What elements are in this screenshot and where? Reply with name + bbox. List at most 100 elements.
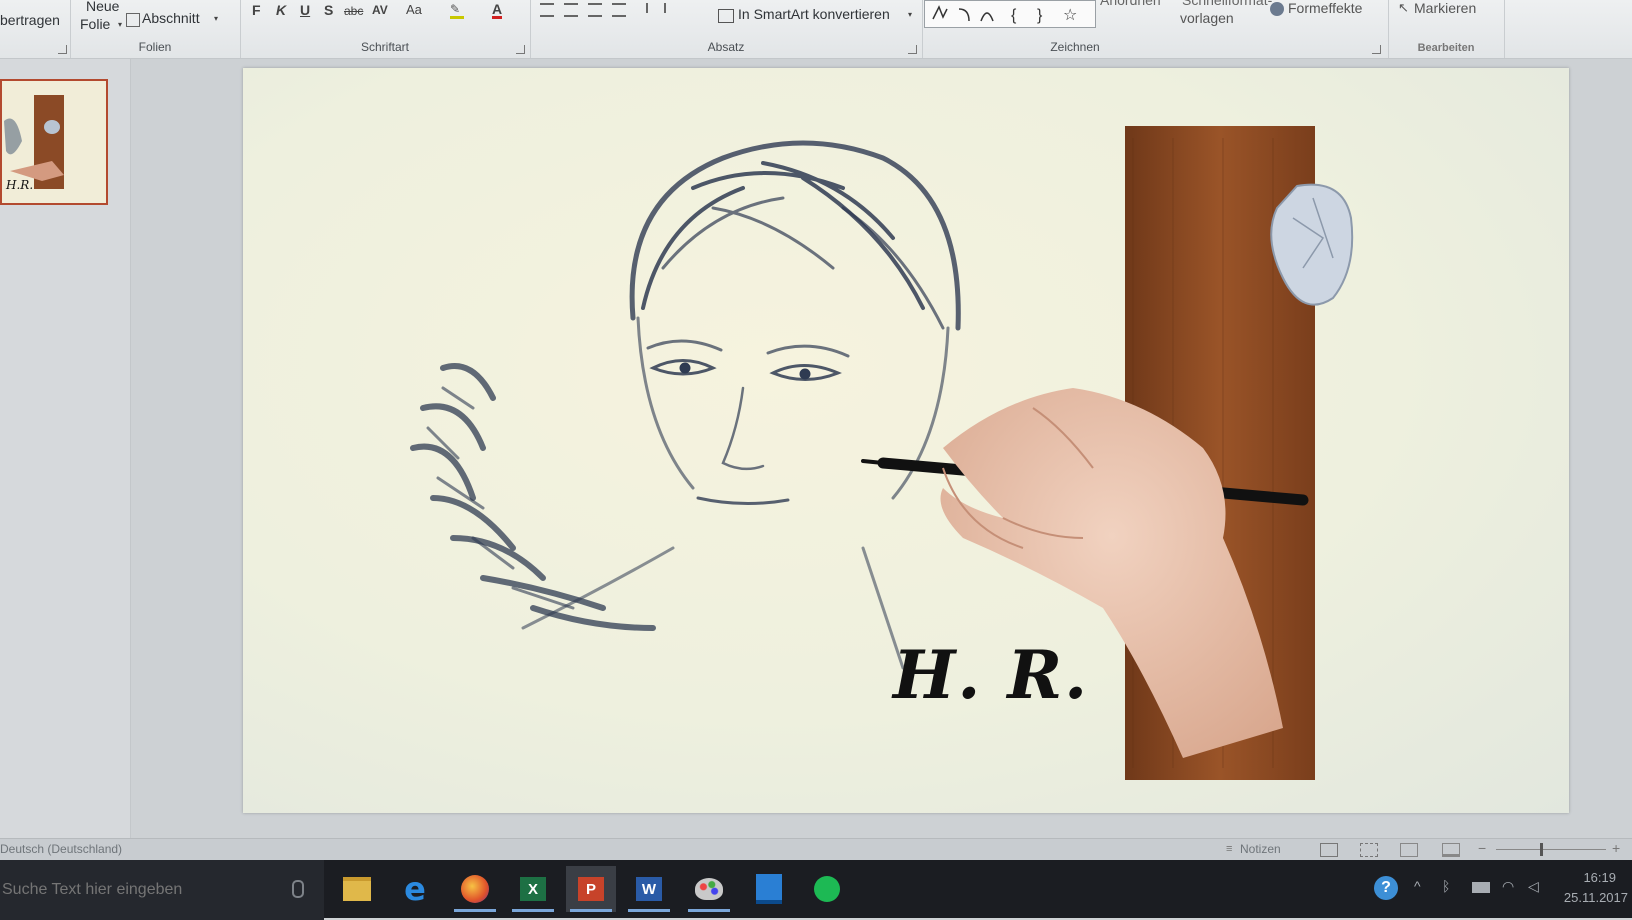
normal-view-icon[interactable] bbox=[1320, 843, 1338, 857]
search-input[interactable] bbox=[0, 860, 324, 920]
quickstyles-label-2: vorlagen bbox=[1180, 10, 1234, 26]
svg-text:H.R.: H.R. bbox=[5, 178, 33, 192]
slides-group-label: Folien bbox=[138, 40, 172, 54]
notes-icon: ≡ bbox=[1226, 843, 1233, 855]
shadow-button[interactable]: S bbox=[324, 2, 333, 18]
char-spacing-button[interactable]: AV bbox=[372, 3, 388, 17]
slide-thumbnail-1[interactable]: H.R. bbox=[0, 79, 108, 205]
smartart-label: In SmartArt konvertieren bbox=[738, 6, 890, 22]
taskbar-firefox[interactable] bbox=[450, 866, 500, 912]
status-bar: Deutsch (Deutschland) ≡ Notizen − + bbox=[0, 838, 1632, 861]
powerpoint-icon: P bbox=[578, 877, 604, 901]
slide-thumbnail-pane: H.R. bbox=[0, 59, 131, 839]
zoom-slider-thumb[interactable] bbox=[1540, 843, 1543, 856]
paste-button[interactable]: bertragen bbox=[0, 12, 60, 28]
clipboard-launcher-icon[interactable] bbox=[58, 45, 67, 54]
sorter-view-icon[interactable] bbox=[1360, 843, 1378, 857]
new-slide-button[interactable]: Neue Folie ▾ bbox=[76, 0, 123, 36]
folder-icon bbox=[343, 877, 371, 901]
bold-button[interactable]: F bbox=[252, 2, 261, 18]
edge-icon: e bbox=[404, 870, 426, 908]
taskbar-word[interactable]: W bbox=[624, 866, 674, 912]
align-right-icon[interactable] bbox=[588, 3, 602, 17]
chevron-up-icon[interactable]: ^ bbox=[1414, 878, 1421, 894]
bluetooth-icon[interactable]: ᛒ bbox=[1442, 878, 1450, 894]
signature-text[interactable]: H. R. bbox=[893, 636, 1089, 714]
slideshow-icon[interactable] bbox=[1442, 843, 1460, 857]
editing-group-label: Bearbeiten bbox=[1417, 42, 1475, 54]
image-app-icon bbox=[756, 874, 782, 904]
clock[interactable]: 16:19 25.11.2017 bbox=[1548, 870, 1628, 910]
taskbar-edge[interactable]: e bbox=[390, 866, 440, 912]
zoom-out-icon[interactable]: − bbox=[1478, 840, 1486, 856]
reading-view-icon[interactable] bbox=[1400, 843, 1418, 857]
taskbar-image-app[interactable] bbox=[744, 866, 794, 912]
drawing-launcher-icon[interactable] bbox=[1372, 45, 1381, 54]
windows-taskbar: e X P W ? ^ ᛒ ◠ ◁ 16:19 25.11.2017 bbox=[0, 860, 1632, 920]
firefox-icon bbox=[461, 875, 489, 903]
wifi-icon[interactable]: ◠ bbox=[1502, 878, 1514, 895]
notes-button[interactable]: ≡ Notizen bbox=[1226, 841, 1296, 859]
drawing-group: { } ☆ Anordnen Schnellformat- vorlagen F… bbox=[922, 0, 1389, 58]
quickstyles-button[interactable]: Schnellformat- bbox=[1182, 0, 1272, 8]
arrange-button[interactable]: Anordnen bbox=[1100, 0, 1161, 8]
zoom-in-icon[interactable]: + bbox=[1612, 840, 1620, 856]
chevron-down-icon: ▾ bbox=[214, 14, 219, 23]
spotify-icon bbox=[814, 876, 840, 902]
chevron-down-icon: ▾ bbox=[118, 20, 123, 29]
svg-text:{: { bbox=[1011, 7, 1017, 24]
excel-icon: X bbox=[520, 877, 546, 901]
taskbar-excel[interactable]: X bbox=[508, 866, 558, 912]
slides-group: Neue Folie ▾ Abschnitt ▾ Folien bbox=[70, 0, 241, 58]
volume-icon[interactable]: ◁ bbox=[1528, 878, 1539, 895]
svg-text:}: } bbox=[1037, 7, 1043, 24]
smartart-button[interactable]: In SmartArt konvertieren ▾ bbox=[718, 6, 918, 28]
justify-icon[interactable] bbox=[612, 3, 626, 17]
svg-text:☆: ☆ bbox=[1063, 5, 1077, 24]
clipboard-group: bertragen bbox=[0, 0, 71, 58]
shape-effects-button[interactable]: Formeffekte bbox=[1270, 0, 1388, 22]
italic-button[interactable]: K bbox=[276, 2, 286, 18]
language-indicator[interactable]: Deutsch (Deutschland) bbox=[0, 842, 122, 856]
taskbar-spotify[interactable] bbox=[802, 866, 852, 912]
section-icon bbox=[126, 13, 140, 27]
drawing-group-label: Zeichnen bbox=[1050, 40, 1100, 54]
portrait-sketch bbox=[410, 140, 961, 670]
shape-effects-label: Formeffekte bbox=[1288, 0, 1363, 16]
taskbar-paint[interactable] bbox=[684, 866, 734, 912]
cursor-icon: ↖ bbox=[1398, 0, 1409, 15]
align-center-icon[interactable] bbox=[564, 3, 578, 17]
editing-group: ↖ Markieren Bearbeiten bbox=[1388, 0, 1505, 58]
columns-icon[interactable] bbox=[646, 3, 666, 13]
microphone-icon[interactable] bbox=[292, 880, 304, 898]
select-label: Markieren bbox=[1414, 0, 1477, 16]
notes-label: Notizen bbox=[1240, 842, 1281, 856]
zoom-slider[interactable] bbox=[1496, 843, 1606, 856]
select-button[interactable]: ↖ Markieren bbox=[1398, 0, 1498, 22]
font-launcher-icon[interactable] bbox=[516, 45, 525, 54]
paint-palette-icon bbox=[695, 878, 723, 900]
font-group: F K U S abc AV Aa ✎ A Schriftart bbox=[240, 0, 531, 58]
taskbar-powerpoint[interactable]: P bbox=[566, 866, 616, 912]
word-icon: W bbox=[636, 877, 662, 901]
new-slide-label-2: Folie bbox=[80, 16, 111, 32]
slide-canvas[interactable]: H. R. bbox=[243, 68, 1569, 813]
font-group-label: Schriftart bbox=[360, 40, 409, 54]
font-color-button[interactable]: A bbox=[492, 2, 503, 19]
align-left-icon[interactable] bbox=[540, 3, 554, 17]
chevron-down-icon: ▾ bbox=[908, 10, 913, 19]
battery-icon[interactable] bbox=[1472, 882, 1490, 893]
clock-date: 25.11.2017 bbox=[1563, 890, 1628, 905]
help-icon[interactable]: ? bbox=[1374, 876, 1398, 900]
slide-thumbnail-preview: H.R. bbox=[2, 81, 106, 203]
underline-button[interactable]: U bbox=[300, 2, 310, 18]
taskbar-file-explorer[interactable] bbox=[332, 866, 382, 912]
shapes-gallery[interactable]: { } ☆ bbox=[924, 0, 1096, 28]
shapes-gallery-icon: { } ☆ bbox=[932, 5, 1077, 24]
shape-effects-icon bbox=[1270, 2, 1284, 16]
clock-time: 16:19 bbox=[1583, 870, 1616, 885]
highlight-icon[interactable]: ✎ bbox=[450, 2, 464, 19]
section-button[interactable]: Abschnitt ▾ bbox=[126, 10, 226, 30]
change-case-button[interactable]: Aa bbox=[406, 2, 422, 17]
strikethrough-button[interactable]: abc bbox=[344, 4, 363, 18]
